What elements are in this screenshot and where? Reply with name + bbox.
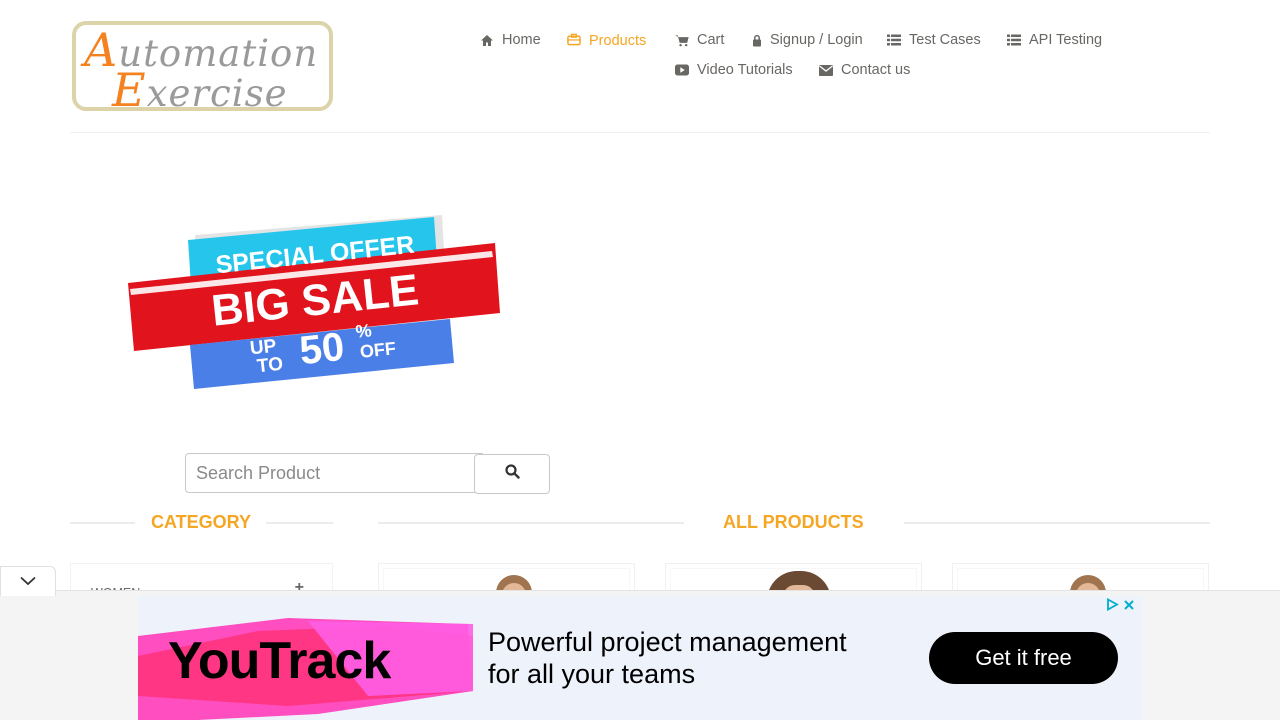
nav-home[interactable]: Home <box>480 32 541 48</box>
ad-headline: Powerful project management for all your… <box>488 627 847 689</box>
nav-video-tutorials[interactable]: Video Tutorials <box>675 62 793 78</box>
youtrack-ad[interactable]: YouTrack Powerful project management for… <box>138 596 1143 720</box>
svg-text:50: 50 <box>297 325 346 373</box>
home-icon <box>480 33 494 47</box>
youtube-icon <box>675 63 689 77</box>
nav-test-cases[interactable]: Test Cases <box>887 32 981 48</box>
search-button[interactable] <box>474 454 550 494</box>
category-title: CATEGORY <box>151 512 252 532</box>
all-products-title: ALL PRODUCTS <box>723 512 864 532</box>
category-title-line-right <box>266 522 333 524</box>
page: Automation Exercise Home Products Cart S… <box>0 0 1280 720</box>
svg-text:%: % <box>355 320 373 342</box>
adchoices-icon[interactable] <box>1106 597 1119 616</box>
ad-brand-name: YouTrack <box>168 632 391 690</box>
nav-contact-us[interactable]: Contact us <box>819 62 910 78</box>
ad-collapse-button[interactable] <box>0 566 56 596</box>
lock-icon <box>752 33 762 47</box>
nav-cart[interactable]: Cart <box>675 32 724 48</box>
list-icon <box>1007 33 1021 47</box>
products-icon <box>567 32 581 46</box>
site-logo[interactable]: Automation Exercise <box>72 21 333 111</box>
sale-banner: SPECIAL OFFER BIG SALE UP TO 50 % OFF <box>120 205 520 395</box>
products-title-line-left <box>378 522 684 524</box>
ad-close-icon[interactable] <box>1123 598 1135 616</box>
nav-signup-login[interactable]: Signup / Login <box>752 32 863 48</box>
products-title-line-right <box>904 522 1210 524</box>
ad-controls <box>1106 597 1135 616</box>
list-icon <box>887 33 901 47</box>
svg-text:TO: TO <box>256 354 284 378</box>
envelope-icon <box>819 63 833 77</box>
search-icon <box>504 464 520 484</box>
nav-products[interactable]: Products <box>567 31 646 49</box>
category-title-line-left <box>70 522 135 524</box>
svg-text:OFF: OFF <box>359 338 397 362</box>
search-product-input[interactable] <box>185 453 483 493</box>
cart-icon <box>675 33 689 47</box>
header-divider <box>70 132 1210 133</box>
chevron-down-icon <box>20 573 36 591</box>
nav-api-testing[interactable]: API Testing <box>1007 32 1102 48</box>
ad-cta-button[interactable]: Get it free <box>929 632 1118 684</box>
